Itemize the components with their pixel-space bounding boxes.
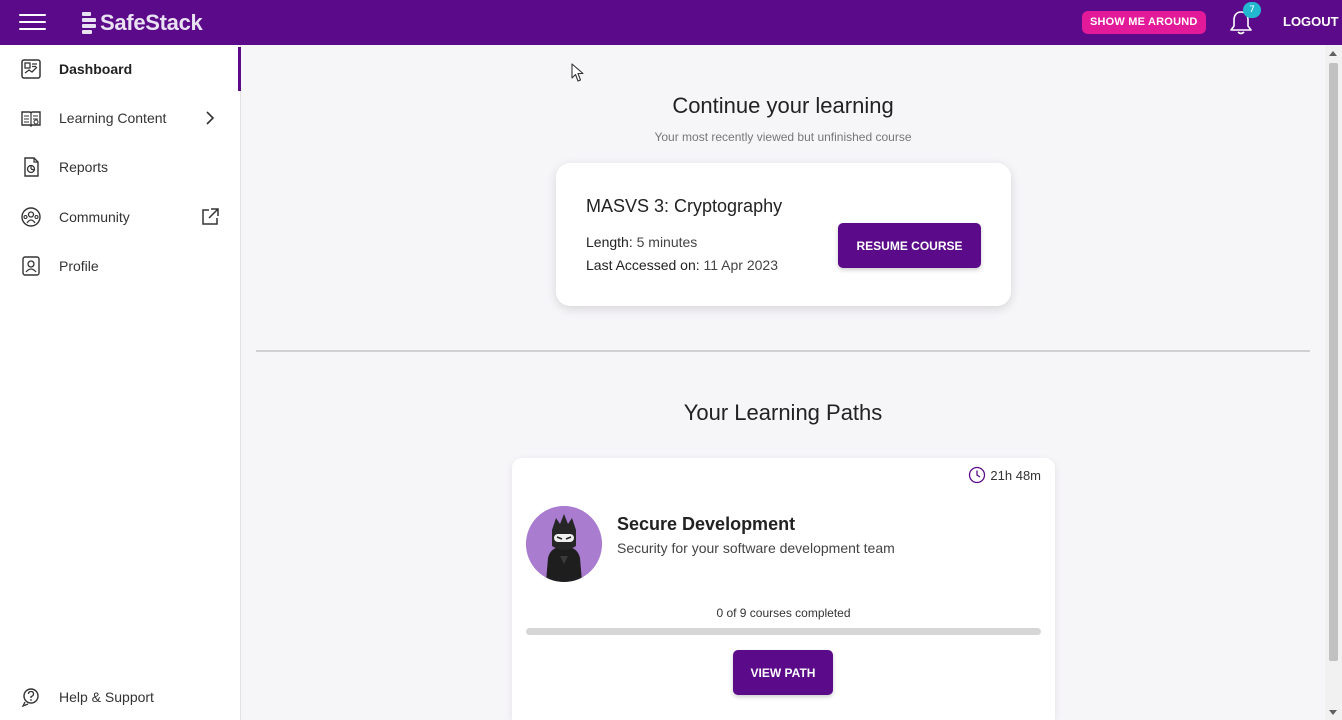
sidebar-item-label: Learning Content	[59, 110, 167, 126]
notification-count-badge: 7	[1243, 2, 1261, 18]
clock-icon	[969, 466, 986, 484]
menu-icon[interactable]	[19, 12, 46, 32]
continue-learning-title: Continue your learning	[672, 93, 894, 118]
brand-logo[interactable]: SafeStack	[82, 9, 203, 36]
sidebar-item-label: Reports	[59, 159, 109, 175]
path-progress-bar	[526, 628, 1041, 635]
scroll-up-icon[interactable]	[1329, 51, 1337, 56]
continue-learning-subtitle: Your most recently viewed but unfinished…	[654, 130, 912, 144]
course-length-value: 5 minutes	[632, 234, 698, 250]
mouse-cursor-icon	[571, 63, 584, 82]
profile-icon	[22, 256, 40, 276]
ninja-avatar-icon	[526, 506, 602, 582]
report-icon	[24, 157, 39, 177]
course-length: Length: 5 minutes	[586, 234, 697, 250]
path-duration-value: 21h 48m	[990, 467, 1041, 483]
learning-path-card: 21h 48m Secure Development Security for …	[512, 458, 1055, 720]
course-accessed-value: 11 Apr 2023	[699, 257, 779, 273]
sidebar-item-profile[interactable]: Profile	[0, 244, 241, 288]
course-accessed-label: Last Accessed on:	[586, 257, 700, 273]
path-avatar	[526, 506, 602, 582]
view-path-button[interactable]: VIEW PATH	[733, 650, 833, 695]
path-name: Secure Development	[617, 514, 796, 534]
learning-paths-title: Your Learning Paths	[683, 400, 883, 425]
sidebar-item-reports[interactable]: Reports	[0, 145, 241, 189]
show-me-around-button[interactable]: SHOW ME AROUND	[1082, 11, 1206, 34]
path-duration: 21h 48m	[968, 466, 1041, 484]
section-divider	[256, 350, 1310, 352]
sidebar-item-community[interactable]: Community	[0, 195, 241, 239]
scroll-thumb[interactable]	[1329, 63, 1338, 661]
community-icon	[21, 207, 41, 227]
dashboard-icon	[21, 59, 41, 79]
logout-button[interactable]: LOGOUT	[1283, 14, 1339, 29]
brand-name: SafeStack	[100, 9, 203, 35]
sidebar-item-dashboard[interactable]: Dashboard	[0, 47, 241, 91]
sidebar-item-help-support[interactable]: Help & Support	[0, 675, 241, 719]
sidebar-item-learning-content[interactable]: Learning Content	[0, 96, 241, 140]
path-description: Security for your software development t…	[617, 540, 895, 556]
sidebar-item-label: Profile	[59, 258, 99, 274]
vertical-scrollbar[interactable]	[1325, 45, 1342, 720]
top-bar: SafeStack SHOW ME AROUND 7 LOGOUT	[0, 0, 1342, 45]
help-support-icon	[21, 688, 39, 708]
book-icon	[21, 111, 41, 127]
chevron-right-icon	[206, 111, 215, 125]
sidebar-item-label: Community	[59, 209, 130, 225]
path-progress-text: 0 of 9 courses completed	[716, 606, 851, 620]
external-link-icon	[202, 208, 219, 225]
sidebar: Dashboard Learning Content Reports Commu…	[0, 45, 241, 720]
resume-course-button[interactable]: RESUME COURSE	[838, 223, 981, 268]
recent-course-card: MASVS 3: Cryptography Length: 5 minutes …	[556, 163, 1011, 306]
course-name: MASVS 3: Cryptography	[586, 196, 783, 216]
course-last-accessed: Last Accessed on: 11 Apr 2023	[586, 257, 778, 273]
scroll-down-icon[interactable]	[1329, 710, 1337, 715]
sidebar-item-label: Help & Support	[59, 689, 154, 705]
sidebar-item-label: Dashboard	[59, 61, 133, 77]
course-length-label: Length:	[586, 234, 633, 250]
logo-mark-icon	[82, 11, 96, 34]
